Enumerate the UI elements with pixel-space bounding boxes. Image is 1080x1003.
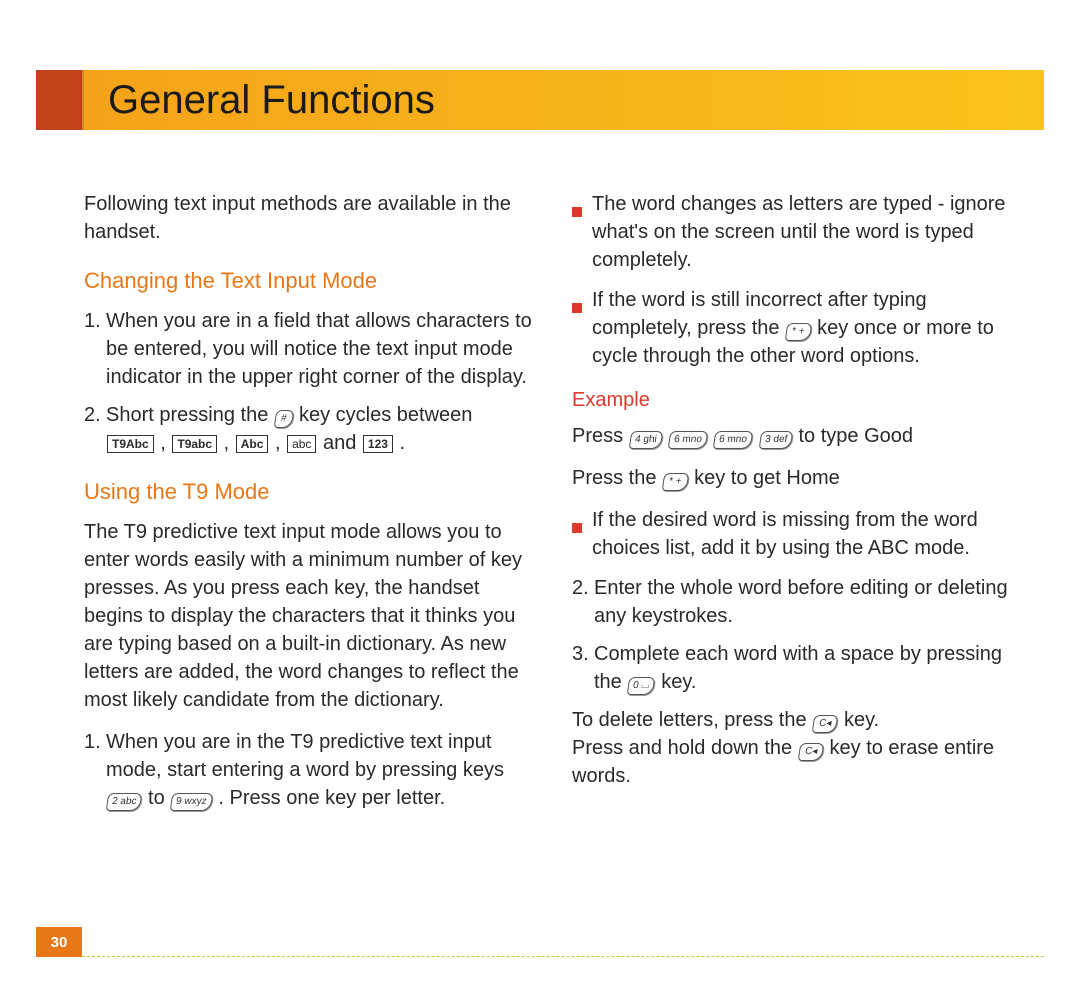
list-item: 3. Complete each word with a space by pr… — [572, 640, 1020, 696]
example-line: Press the * + key to get Home — [572, 464, 1020, 492]
footer-dashed-rule — [82, 956, 1044, 957]
text-fragment: Press the — [572, 467, 662, 489]
key-9-icon: 9 wxyz — [170, 793, 213, 811]
t9-description: The T9 predictive text input mode allows… — [84, 518, 532, 714]
bullet-item: The word changes as letters are typed - … — [572, 190, 1020, 274]
key-6-icon: 6 mno — [668, 431, 708, 449]
key-2-icon: 2 abc — [106, 793, 143, 811]
list-text: When you are in the T9 predictive text i… — [106, 728, 532, 812]
text-fragment: . — [400, 432, 406, 454]
text-fragment: Complete each word with a space by press… — [594, 643, 1002, 693]
tail-text: To delete letters, press the C◂ key. Pre… — [572, 706, 1020, 790]
text-fragment: to type Good — [798, 425, 913, 447]
list-number: 1. — [84, 728, 106, 812]
star-key-icon: * + — [785, 323, 812, 341]
key-3-icon: 3 def — [758, 431, 793, 449]
clear-key-icon: C◂ — [812, 715, 839, 733]
key-4-icon: 4 ghi — [628, 431, 662, 449]
list-text: When you are in a field that allows char… — [106, 307, 532, 391]
section-heading-change-mode: Changing the Text Input Mode — [84, 266, 532, 297]
page-number-tab: 30 — [36, 927, 82, 957]
list-number: 1. — [84, 307, 106, 391]
bullet-text: If the word is still incorrect after typ… — [592, 286, 1020, 370]
list-item: 2. Short pressing the # key cycles betwe… — [84, 401, 532, 457]
text-fragment: and — [323, 432, 362, 454]
bullet-item: If the word is still incorrect after typ… — [572, 286, 1020, 370]
right-column: The word changes as letters are typed - … — [572, 190, 1020, 923]
mode-abc-icon: abc — [287, 435, 316, 453]
example-line: Press 4 ghi 6 mno 6 mno 3 def to type Go… — [572, 422, 1020, 450]
text-fragment: Press and hold down the — [572, 737, 798, 759]
list-item: 1. When you are in the T9 predictive tex… — [84, 728, 532, 812]
text-fragment: to — [148, 787, 170, 809]
list-item: 1. When you are in a field that allows c… — [84, 307, 532, 391]
text-fragment: Press — [572, 425, 629, 447]
page-title: General Functions — [108, 70, 435, 130]
hash-key-icon: # — [274, 410, 294, 428]
list-number: 3. — [572, 640, 594, 696]
list-text: Enter the whole word before editing or d… — [594, 574, 1020, 630]
bullet-square-icon — [572, 286, 592, 370]
mode-123-icon: 123 — [363, 435, 393, 453]
text-fragment: Short pressing the — [106, 404, 274, 426]
section-heading-t9-mode: Using the T9 Mode — [84, 477, 532, 508]
bullet-square-icon — [572, 190, 592, 274]
clear-key-icon: C◂ — [797, 743, 824, 761]
body-columns: Following text input methods are availab… — [84, 190, 1020, 923]
text-fragment: key to get Home — [694, 467, 840, 489]
left-column: Following text input methods are availab… — [84, 190, 532, 923]
star-key-icon: * + — [662, 473, 689, 491]
list-text: Short pressing the # key cycles between … — [106, 401, 532, 457]
bullet-square-icon — [572, 506, 592, 562]
list-number: 2. — [572, 574, 594, 630]
example-heading: Example — [572, 386, 1020, 414]
key-6-icon: 6 mno — [713, 431, 753, 449]
bullet-item: If the desired word is missing from the … — [572, 506, 1020, 562]
text-fragment: . Press one key per letter. — [218, 787, 445, 809]
mode-t9abc-cap-icon: T9Abc — [107, 435, 154, 453]
text-fragment: When you are in the T9 predictive text i… — [106, 731, 504, 781]
list-item: 2. Enter the whole word before editing o… — [572, 574, 1020, 630]
list-text: Complete each word with a space by press… — [594, 640, 1020, 696]
bullet-text: The word changes as letters are typed - … — [592, 190, 1020, 274]
text-fragment: key. — [661, 671, 696, 693]
intro-text: Following text input methods are availab… — [84, 190, 532, 246]
header-accent — [36, 70, 82, 130]
list-number: 2. — [84, 401, 106, 457]
text-fragment: To delete letters, press the — [572, 709, 812, 731]
key-0-icon: 0 ⌴ — [627, 677, 656, 695]
text-fragment: key. — [844, 709, 879, 731]
mode-abc-cap-icon: Abc — [236, 435, 269, 453]
bullet-text: If the desired word is missing from the … — [592, 506, 1020, 562]
text-fragment: key cycles between — [299, 404, 472, 426]
mode-t9abc-icon: T9abc — [172, 435, 217, 453]
